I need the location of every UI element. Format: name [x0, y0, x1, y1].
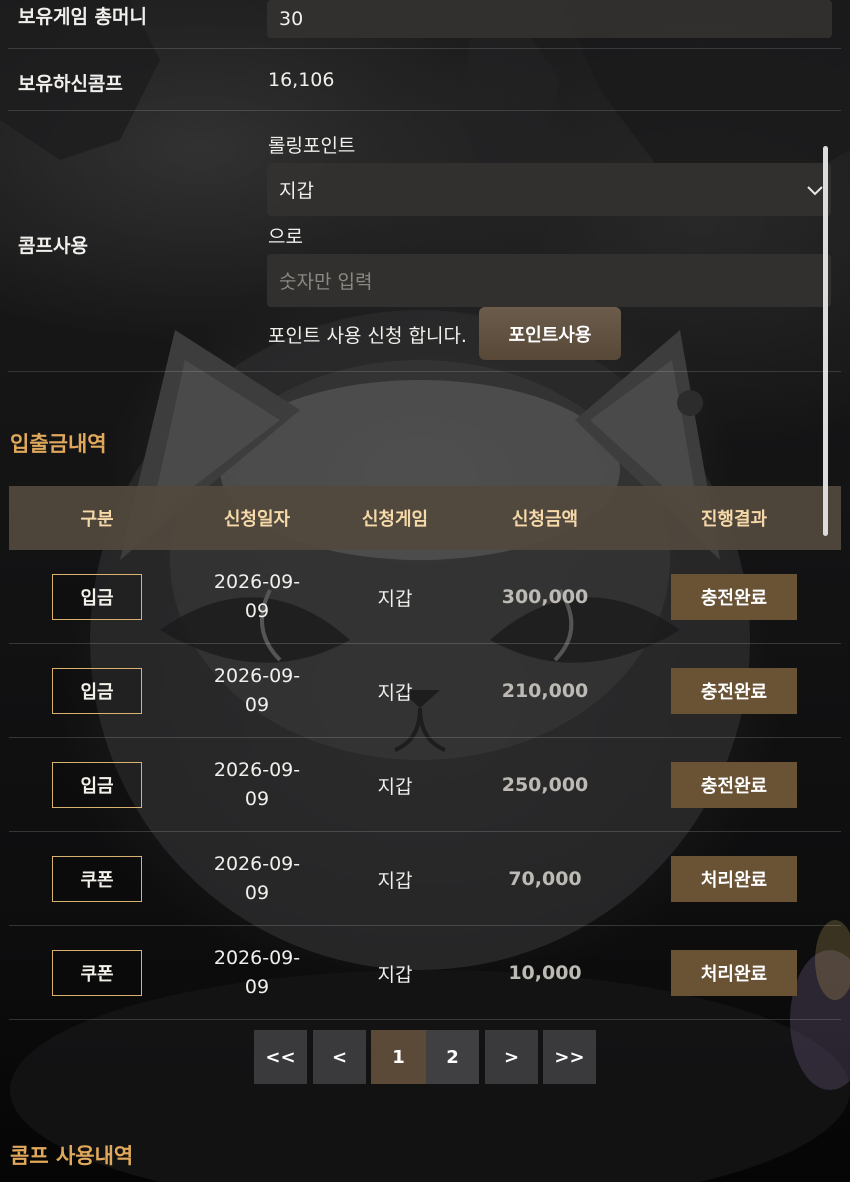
page-prev-button[interactable]: <: [313, 1030, 366, 1084]
result-badge: 처리완료: [671, 856, 797, 902]
comp-owned-row: 보유하신콤프 16,106: [8, 49, 841, 111]
scrollbar[interactable]: [823, 146, 828, 536]
game-cell: 지갑: [377, 775, 413, 798]
date-cell: 2026-09- 09: [213, 571, 301, 622]
col-game: 신청게임: [361, 509, 429, 530]
type-badge: 입금: [52, 574, 142, 620]
amount-cell: 210,000: [501, 680, 589, 702]
comp-history-title: 콤프 사용내역: [10, 1144, 134, 1168]
amount-cell: 300,000: [501, 586, 589, 608]
amount-cell: 70,000: [508, 868, 582, 890]
type-badge: 입금: [52, 668, 142, 714]
wallet-select[interactable]: 지갑: [267, 163, 831, 216]
page-2-button[interactable]: 2: [426, 1030, 479, 1084]
date-cell: 2026-09- 09: [213, 759, 301, 810]
game-money-field: 30: [267, 0, 832, 38]
page-next-button[interactable]: >: [485, 1030, 538, 1084]
col-amount: 신청금액: [511, 509, 579, 530]
point-amount-input[interactable]: 숫자만 입력: [267, 254, 831, 307]
comp-owned-value: 16,106: [268, 69, 335, 91]
game-money-value: 30: [279, 8, 304, 30]
date-cell: 2026-09- 09: [213, 853, 301, 904]
page-last-button[interactable]: >>: [543, 1030, 596, 1084]
wallet-select-value: 지갑: [279, 180, 314, 202]
chevron-down-icon: [807, 185, 823, 195]
table-row: 쿠폰 2026-09- 09 지갑 10,000 처리완료: [9, 926, 841, 1020]
comp-use-row: 콤프사용 롤링포인트 지갑 으로 숫자만 입력 포인트 사용 신청 합니다. 포…: [8, 111, 841, 372]
history-table-header: 구분 신청일자 신청게임 신청금액 진행결과: [9, 486, 841, 550]
date-cell: 2026-09- 09: [213, 665, 301, 716]
amount-cell: 250,000: [501, 774, 589, 796]
table-row: 입금 2026-09- 09 지갑 250,000 충전완료: [9, 738, 841, 832]
game-cell: 지갑: [377, 681, 413, 704]
game-cell: 지갑: [377, 587, 413, 610]
game-money-label: 보유게임 총머니: [18, 6, 147, 28]
page-1-button[interactable]: 1: [371, 1030, 426, 1084]
result-badge: 처리완료: [671, 950, 797, 996]
table-row: 입금 2026-09- 09 지갑 300,000 충전완료: [9, 550, 841, 644]
date-cell: 2026-09- 09: [213, 947, 301, 998]
result-badge: 충전완료: [671, 762, 797, 808]
col-date: 신청일자: [223, 509, 291, 530]
table-row: 쿠폰 2026-09- 09 지갑 70,000 처리완료: [9, 832, 841, 926]
comp-owned-label: 보유하신콤프: [18, 73, 123, 95]
page-first-button[interactable]: <<: [254, 1030, 307, 1084]
result-badge: 충전완료: [671, 574, 797, 620]
amount-cell: 10,000: [508, 962, 582, 984]
table-row: 입금 2026-09- 09 지갑 210,000 충전완료: [9, 644, 841, 738]
comp-use-label: 콤프사용: [18, 235, 88, 257]
type-badge: 쿠폰: [52, 950, 142, 996]
col-type: 구분: [80, 509, 114, 530]
point-amount-placeholder: 숫자만 입력: [279, 271, 373, 293]
point-use-button[interactable]: 포인트사용: [479, 307, 621, 360]
col-result: 진행결과: [700, 509, 768, 530]
history-title: 입출금내역: [10, 432, 107, 456]
game-cell: 지갑: [377, 963, 413, 986]
game-cell: 지갑: [377, 869, 413, 892]
rolling-point-label: 롤링포인트: [268, 135, 356, 157]
to-label: 으로: [268, 226, 303, 248]
result-badge: 충전완료: [671, 668, 797, 714]
type-badge: 입금: [52, 762, 142, 808]
game-money-row: 보유게임 총머니 30: [8, 0, 841, 49]
type-badge: 쿠폰: [52, 856, 142, 902]
request-text: 포인트 사용 신청 합니다.: [268, 325, 467, 347]
